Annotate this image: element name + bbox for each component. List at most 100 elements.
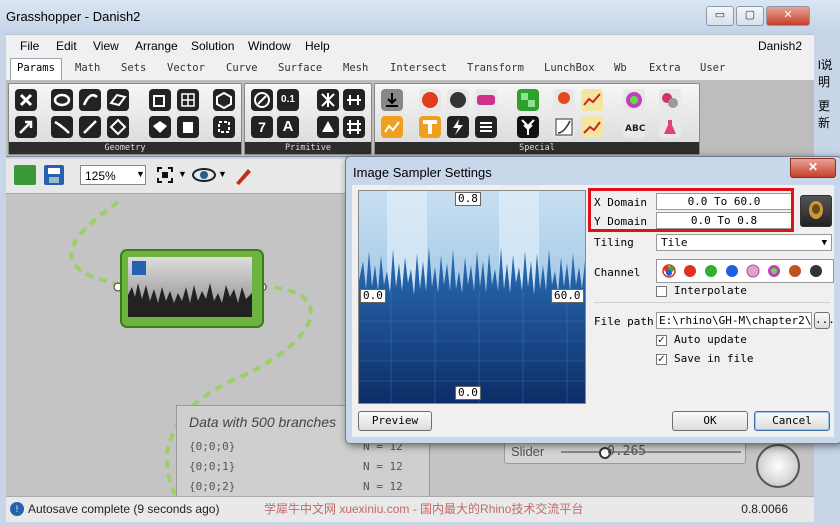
load-image-button[interactable] xyxy=(800,195,832,227)
zoom-extents-icon[interactable] xyxy=(156,166,174,184)
tab-user[interactable]: User xyxy=(700,62,725,74)
graph-mapper-icon[interactable] xyxy=(475,89,497,111)
tab-extra[interactable]: Extra xyxy=(649,62,681,74)
value-list-icon[interactable] xyxy=(475,116,497,138)
group-param-icon[interactable] xyxy=(213,116,235,138)
tiling-dropdown-icon[interactable]: ▼ xyxy=(822,235,827,251)
autosave-status: Autosave complete (9 seconds ago) xyxy=(28,502,220,516)
menu-solution[interactable]: Solution xyxy=(191,39,234,53)
image-sampler-icon[interactable] xyxy=(517,89,539,111)
tab-params[interactable]: Params xyxy=(10,58,62,80)
browse-button[interactable]: ... xyxy=(814,312,835,329)
cluster-icon[interactable] xyxy=(659,89,681,111)
scribble-icon[interactable] xyxy=(447,116,469,138)
file-path-input[interactable]: E:\rhino\GH-M\chapter2\ci xyxy=(656,312,812,329)
image-sampler-component[interactable] xyxy=(120,249,264,328)
window-title: Grasshopper - Danish2 xyxy=(6,9,141,24)
shader-param-icon[interactable] xyxy=(317,116,339,138)
ok-button[interactable]: OK xyxy=(672,411,748,431)
dialog-close-button[interactable]: ✕ xyxy=(790,158,836,178)
menu-help[interactable]: Help xyxy=(305,39,330,53)
tab-curve[interactable]: Curve xyxy=(226,62,258,74)
circle-param-icon[interactable] xyxy=(51,89,73,111)
box-param-icon[interactable] xyxy=(149,89,171,111)
colour-swatch-icon[interactable] xyxy=(419,89,441,111)
tab-math[interactable]: Math xyxy=(75,62,100,74)
tab-mesh[interactable]: Mesh xyxy=(343,62,368,74)
save-state-icon xyxy=(132,261,146,275)
menu-view[interactable]: View xyxy=(93,39,119,53)
tab-wb[interactable]: Wb xyxy=(614,62,627,74)
tab-intersect[interactable]: Intersect xyxy=(390,62,447,74)
info-icon: ! xyxy=(10,502,24,516)
preview-left-label: 0.0 xyxy=(360,289,386,303)
record-icon[interactable] xyxy=(553,89,575,111)
data-input-icon[interactable] xyxy=(381,89,403,111)
interval-param-icon[interactable] xyxy=(343,89,365,111)
tab-transform[interactable]: Transform xyxy=(467,62,524,74)
maximize-button[interactable]: ▢ xyxy=(736,6,764,26)
tiling-label: Tiling xyxy=(594,236,634,249)
menu-file[interactable]: File xyxy=(20,39,39,53)
preview-eye-icon[interactable] xyxy=(192,166,216,184)
geometry-param-icon[interactable] xyxy=(213,89,235,111)
separator xyxy=(594,302,830,303)
vector-param-icon[interactable] xyxy=(15,116,37,138)
zoom-dropdown-icon[interactable]: ▼ xyxy=(136,169,145,179)
preview-dropdown-icon[interactable]: ▼ xyxy=(218,169,227,179)
number-param-icon[interactable]: 0.1 xyxy=(277,89,299,111)
integer-param-icon[interactable]: 7 xyxy=(251,116,273,138)
gradient-icon[interactable] xyxy=(447,89,469,111)
tree-icon[interactable] xyxy=(517,116,539,138)
close-window-button[interactable]: ✕ xyxy=(766,6,810,26)
preview-bottom-label: 0.0 xyxy=(455,386,481,400)
text-param-icon[interactable]: A xyxy=(277,116,299,138)
interpolate-checkbox[interactable] xyxy=(656,286,667,297)
bezier-icon[interactable] xyxy=(553,116,575,138)
arc-param-icon[interactable] xyxy=(79,89,101,111)
tab-vector[interactable]: Vector xyxy=(167,62,205,74)
save-in-file-checkbox[interactable]: ✓ xyxy=(656,354,667,365)
image-sampler-thumbnail xyxy=(128,257,252,317)
channel-label: Channel xyxy=(594,266,641,279)
brep-param-icon[interactable] xyxy=(177,116,199,138)
tab-lunchbox[interactable]: LunchBox xyxy=(544,62,595,74)
zoom-extents-dropdown-icon[interactable]: ▼ xyxy=(178,169,187,179)
panel-icon[interactable] xyxy=(419,116,441,138)
open-file-icon[interactable] xyxy=(14,165,36,185)
line-param-icon[interactable] xyxy=(79,116,101,138)
menu-window[interactable]: Window xyxy=(248,39,291,53)
boolean-param-icon[interactable] xyxy=(251,89,273,111)
menu-edit[interactable]: Edit xyxy=(56,39,77,53)
menu-arrange[interactable]: Arrange xyxy=(135,39,178,53)
tiling-dropdown[interactable]: Tile ▼ xyxy=(656,234,832,251)
abc-icon[interactable]: ABC xyxy=(623,116,646,138)
surface-param-icon[interactable] xyxy=(149,116,171,138)
sketch-pen-icon[interactable] xyxy=(232,165,254,187)
tab-sets[interactable]: Sets xyxy=(121,62,146,74)
chart-icon[interactable] xyxy=(581,89,603,111)
save-file-icon[interactable] xyxy=(44,165,64,185)
colour-wheel-icon[interactable] xyxy=(623,89,645,111)
rectangle-param-icon[interactable] xyxy=(107,116,129,138)
preview-button[interactable]: Preview xyxy=(358,411,432,431)
cancel-button[interactable]: Cancel xyxy=(754,411,830,431)
component-toolbar: Geometry 0.1 7 A Primitive ABC Special xyxy=(6,80,814,157)
matrix-param-icon[interactable] xyxy=(343,116,365,138)
tab-surface[interactable]: Surface xyxy=(278,62,322,74)
point-param-icon[interactable] xyxy=(15,89,37,111)
param-viewer-icon[interactable] xyxy=(381,116,403,138)
slider-track[interactable] xyxy=(561,451,741,453)
flask-icon[interactable] xyxy=(659,116,681,138)
curve-param-icon[interactable] xyxy=(51,116,73,138)
geometry-group-label: Geometry xyxy=(9,142,241,154)
slider-value: 0.265 xyxy=(607,444,647,459)
line-chart-icon[interactable] xyxy=(581,116,603,138)
domain-param-icon[interactable] xyxy=(317,89,339,111)
auto-update-checkbox[interactable]: ✓ xyxy=(656,335,667,346)
side-text: l说明 xyxy=(818,58,833,89)
mesh-param-icon[interactable] xyxy=(177,89,199,111)
navigation-wheel-icon[interactable] xyxy=(756,444,800,488)
minimize-button[interactable]: ▭ xyxy=(706,6,734,26)
plane-param-icon[interactable] xyxy=(107,89,129,111)
